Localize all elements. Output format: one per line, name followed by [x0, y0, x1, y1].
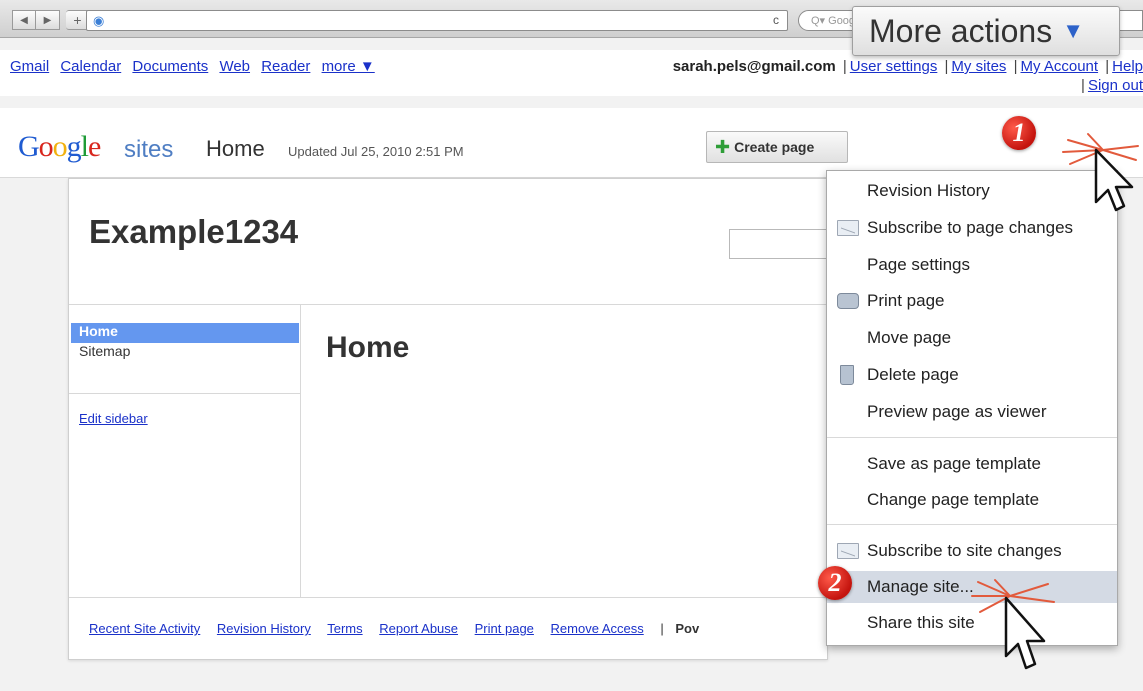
google-bar: Gmail Calendar Documents Web Reader more…	[0, 50, 1143, 96]
footer-link-remove-access[interactable]: Remove Access	[551, 621, 644, 636]
footer-link-terms[interactable]: Terms	[327, 621, 362, 636]
menu-item-label: Print page	[867, 291, 945, 310]
menu-item-label: Delete page	[867, 365, 959, 384]
menu-item-label: Save as page template	[867, 454, 1041, 473]
menu-item-subscribe-page[interactable]: Subscribe to page changes	[827, 212, 1117, 244]
gbar-account-links: sarah.pels@gmail.com | User settings | My …	[673, 58, 1143, 94]
footer-link-report-abuse[interactable]: Report Abuse	[379, 621, 458, 636]
envelope-icon	[837, 543, 859, 559]
sites-logo-label: sites	[124, 136, 174, 163]
gbar-more-menu[interactable]: more ▼	[322, 58, 375, 75]
separator: |	[660, 621, 664, 636]
envelope-icon	[837, 220, 859, 236]
google-logo[interactable]: Google	[18, 130, 101, 164]
separator: |	[1013, 58, 1018, 75]
separator: |	[944, 58, 949, 75]
menu-item-label: Revision History	[867, 181, 990, 200]
menu-item-label: Preview page as viewer	[867, 402, 1047, 421]
menu-item-label: Subscribe to site changes	[867, 541, 1062, 560]
my-account-link[interactable]: My Account	[1021, 58, 1099, 75]
separator: |	[842, 58, 847, 75]
step-1-marker: 1	[1002, 116, 1036, 150]
menu-item-label: Page settings	[867, 255, 971, 274]
menu-item-label: Share this site	[867, 613, 975, 632]
create-page-button[interactable]: ✚ Create page	[706, 131, 848, 163]
cursor-click-icon	[1062, 133, 1139, 212]
gbar-link-web[interactable]: Web	[219, 58, 250, 75]
my-sites-link[interactable]: My sites	[951, 58, 1006, 75]
plus-icon: +	[73, 12, 82, 28]
sidebar: Home Sitemap Edit sidebar	[69, 305, 301, 597]
step-2-marker: 2	[818, 566, 852, 600]
current-page-name: Home	[206, 136, 265, 161]
footer-link-print-page[interactable]: Print page	[475, 621, 534, 636]
gbar-row-2: | Sign out	[673, 77, 1143, 94]
more-actions-menu: Revision History Subscribe to page chang…	[826, 170, 1118, 646]
menu-item-page-settings[interactable]: Page settings	[827, 249, 1117, 281]
globe-icon: ◉	[93, 13, 105, 28]
last-updated-text: Updated Jul 25, 2010 2:51 PM	[288, 144, 464, 159]
logo-letter: l	[80, 130, 89, 163]
menu-item-label: Move page	[867, 328, 952, 347]
gbar-link-calendar[interactable]: Calendar	[60, 58, 121, 75]
menu-item-subscribe-site[interactable]: Subscribe to site changes	[827, 535, 1117, 567]
menu-item-label: Subscribe to page changes	[867, 218, 1074, 237]
address-bar[interactable]: ◉ c	[86, 10, 788, 31]
divider	[69, 393, 301, 394]
user-email: sarah.pels@gmail.com	[672, 58, 836, 75]
page-heading: Home	[326, 331, 410, 364]
logo-letter: g	[66, 130, 82, 163]
chevron-down-icon: ▼	[1062, 18, 1084, 43]
logo-letter: G	[18, 130, 40, 163]
help-link[interactable]: Help	[1112, 58, 1143, 75]
menu-item-preview-viewer[interactable]: Preview page as viewer	[827, 396, 1117, 428]
footer-link-recent-activity[interactable]: Recent Site Activity	[89, 621, 200, 636]
reload-icon[interactable]: c	[773, 13, 779, 27]
gbar-link-reader[interactable]: Reader	[261, 58, 310, 75]
printer-icon	[837, 293, 859, 309]
trash-icon	[840, 365, 854, 385]
gbar-link-gmail[interactable]: Gmail	[10, 58, 49, 75]
more-actions-button[interactable]: More actions ▼	[852, 6, 1120, 56]
powered-by-text: Pov	[675, 621, 700, 636]
menu-item-label: Manage site...	[867, 577, 974, 596]
forward-arrow-icon: ▶	[43, 14, 52, 26]
site-search-input[interactable]	[729, 229, 829, 259]
menu-item-label: Change page template	[867, 490, 1040, 509]
back-arrow-icon: ◀	[20, 14, 28, 26]
site-title: Example1234	[89, 213, 299, 250]
site-footer: Recent Site Activity Revision History Te…	[89, 621, 699, 636]
nav-buttons: ◀ ▶ +	[12, 10, 90, 30]
gbar-link-documents[interactable]: Documents	[132, 58, 208, 75]
sidebar-item-sitemap[interactable]: Sitemap	[71, 343, 299, 363]
menu-divider	[827, 524, 1117, 525]
divider	[69, 597, 829, 598]
menu-item-change-template[interactable]: Change page template	[827, 484, 1117, 516]
menu-item-delete-page[interactable]: Delete page	[827, 359, 1117, 391]
sign-out-link[interactable]: Sign out	[1088, 77, 1143, 94]
more-actions-label: More actions	[869, 12, 1053, 49]
logo-letter: e	[88, 130, 101, 163]
forward-button[interactable]: ▶	[36, 10, 60, 30]
logo-letter: o	[38, 130, 54, 163]
site-content: Example1234 Home Sitemap Edit sidebar Ho…	[68, 178, 829, 660]
separator: |	[1081, 77, 1085, 94]
menu-item-print-page[interactable]: Print page	[827, 285, 1117, 317]
gbar-app-links: Gmail Calendar Documents Web Reader more…	[10, 58, 375, 75]
sidebar-item-home[interactable]: Home	[71, 323, 299, 343]
cursor-click-icon	[971, 579, 1055, 670]
logo-letter: o	[52, 130, 68, 163]
edit-sidebar-link[interactable]: Edit sidebar	[79, 411, 148, 426]
footer-link-revision-history[interactable]: Revision History	[217, 621, 311, 636]
menu-item-move-page[interactable]: Move page	[827, 322, 1117, 354]
create-page-label: Create page	[734, 139, 815, 155]
menu-item-save-template[interactable]: Save as page template	[827, 448, 1117, 480]
separator: |	[1105, 58, 1110, 75]
sites-header: Google sites Home Updated Jul 25, 2010 2…	[0, 108, 1143, 178]
plus-icon: ✚	[715, 136, 731, 157]
back-button[interactable]: ◀	[12, 10, 36, 30]
menu-divider	[827, 437, 1117, 438]
user-settings-link[interactable]: User settings	[850, 58, 938, 75]
